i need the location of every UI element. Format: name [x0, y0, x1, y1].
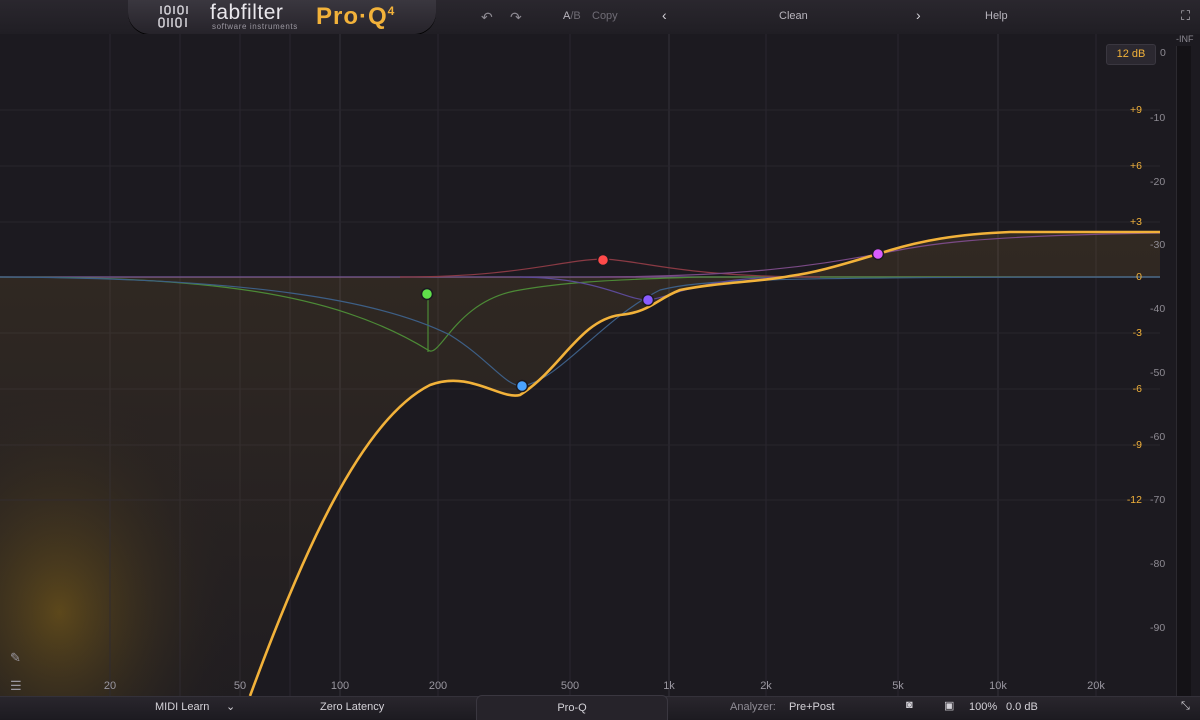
spectrum-grab-icon[interactable]: ◙	[906, 699, 913, 711]
analyzer-label: -70	[1150, 494, 1166, 506]
freq-label: 5k	[892, 680, 904, 692]
gain-label: 0	[1136, 271, 1142, 283]
midi-learn-button[interactable]: MIDI Learn	[155, 701, 209, 713]
analyzer-label: -10	[1150, 112, 1166, 124]
zoom-value[interactable]: 100%	[969, 701, 997, 713]
analyzer-label-text: Analyzer:	[730, 701, 776, 713]
chevron-down-icon[interactable]: ⌄	[226, 700, 235, 713]
brush-icon[interactable]: ✎	[10, 650, 21, 666]
band-4-node[interactable]	[641, 293, 655, 307]
chevron-left-icon[interactable]: ‹	[662, 7, 667, 23]
eq-display[interactable]	[0, 34, 1160, 696]
display-range-button[interactable]: 12 dB	[1106, 44, 1156, 65]
freq-label: 20	[103, 680, 117, 692]
fullscreen-icon[interactable]: ⛶	[1181, 8, 1190, 24]
logo-tab: fabfilter software instruments Pro·Q4	[128, 0, 436, 34]
product-version: 4	[387, 4, 396, 18]
help-button[interactable]: Help	[985, 10, 1008, 22]
copy-button[interactable]: Copy	[592, 10, 618, 22]
freq-label: 200	[428, 680, 448, 692]
brand-tagline: software instruments	[212, 22, 298, 31]
freq-label: 20k	[1087, 680, 1105, 692]
gain-label: +9	[1130, 104, 1142, 116]
freq-label: 2k	[760, 680, 772, 692]
analyzer-label: -20	[1150, 176, 1166, 188]
resize-icon[interactable]: ⤡	[1181, 700, 1190, 713]
top-bar: fabfilter software instruments Pro·Q4 ↶ …	[0, 0, 1200, 34]
analyzer-label: 0	[1160, 47, 1166, 59]
freq-label: 100	[330, 680, 350, 692]
output-level-meter	[1176, 46, 1191, 696]
band-1-node[interactable]	[420, 287, 434, 301]
midside-icon[interactable]: ▣	[944, 699, 954, 712]
freq-label: 1k	[663, 680, 675, 692]
gain-label: +3	[1130, 216, 1142, 228]
ab-button[interactable]: A/B	[563, 10, 581, 22]
gain-label: -12	[1126, 494, 1142, 506]
analyzer-label: -60	[1150, 431, 1166, 443]
gain-label: -6	[1132, 383, 1142, 395]
gain-label: -9	[1132, 439, 1142, 451]
eq-graph[interactable]	[0, 34, 1160, 696]
band-5-node[interactable]	[871, 247, 885, 261]
band-2-node[interactable]	[515, 379, 529, 393]
tab-pro-q[interactable]: Pro-Q	[476, 695, 668, 720]
freq-label: 10k	[989, 680, 1007, 692]
chevron-right-icon[interactable]: ›	[916, 7, 921, 23]
band-3-node[interactable]	[596, 253, 610, 267]
freq-label: 500	[560, 680, 580, 692]
gain-label: -3	[1132, 327, 1142, 339]
piano-icon[interactable]: ☰	[10, 678, 22, 694]
fabfilter-logo-icon	[158, 5, 188, 28]
analyzer-label: -90	[1150, 622, 1166, 634]
output-gain-value[interactable]: 0.0 dB	[1006, 701, 1038, 713]
undo-icon[interactable]: ↶	[481, 9, 493, 26]
gain-label: +6	[1130, 160, 1142, 172]
analyzer-label: -40	[1150, 303, 1166, 315]
analyzer-label: -80	[1150, 558, 1166, 570]
analyzer-mode-button[interactable]: Pre+Post	[789, 701, 835, 713]
redo-icon[interactable]: ↷	[510, 9, 522, 26]
product-name: Pro·Q4	[316, 3, 396, 30]
analyzer-label: -50	[1150, 367, 1166, 379]
preset-name[interactable]: Clean	[779, 10, 808, 22]
latency-selector[interactable]: Zero Latency	[320, 701, 384, 713]
bottom-bar: MIDI Learn ⌄ Zero Latency Pro-Q Analyzer…	[0, 695, 1200, 720]
analyzer-label: -30	[1150, 239, 1166, 251]
freq-label: 50	[233, 680, 247, 692]
meter-peak-label: -INF	[1176, 34, 1194, 44]
